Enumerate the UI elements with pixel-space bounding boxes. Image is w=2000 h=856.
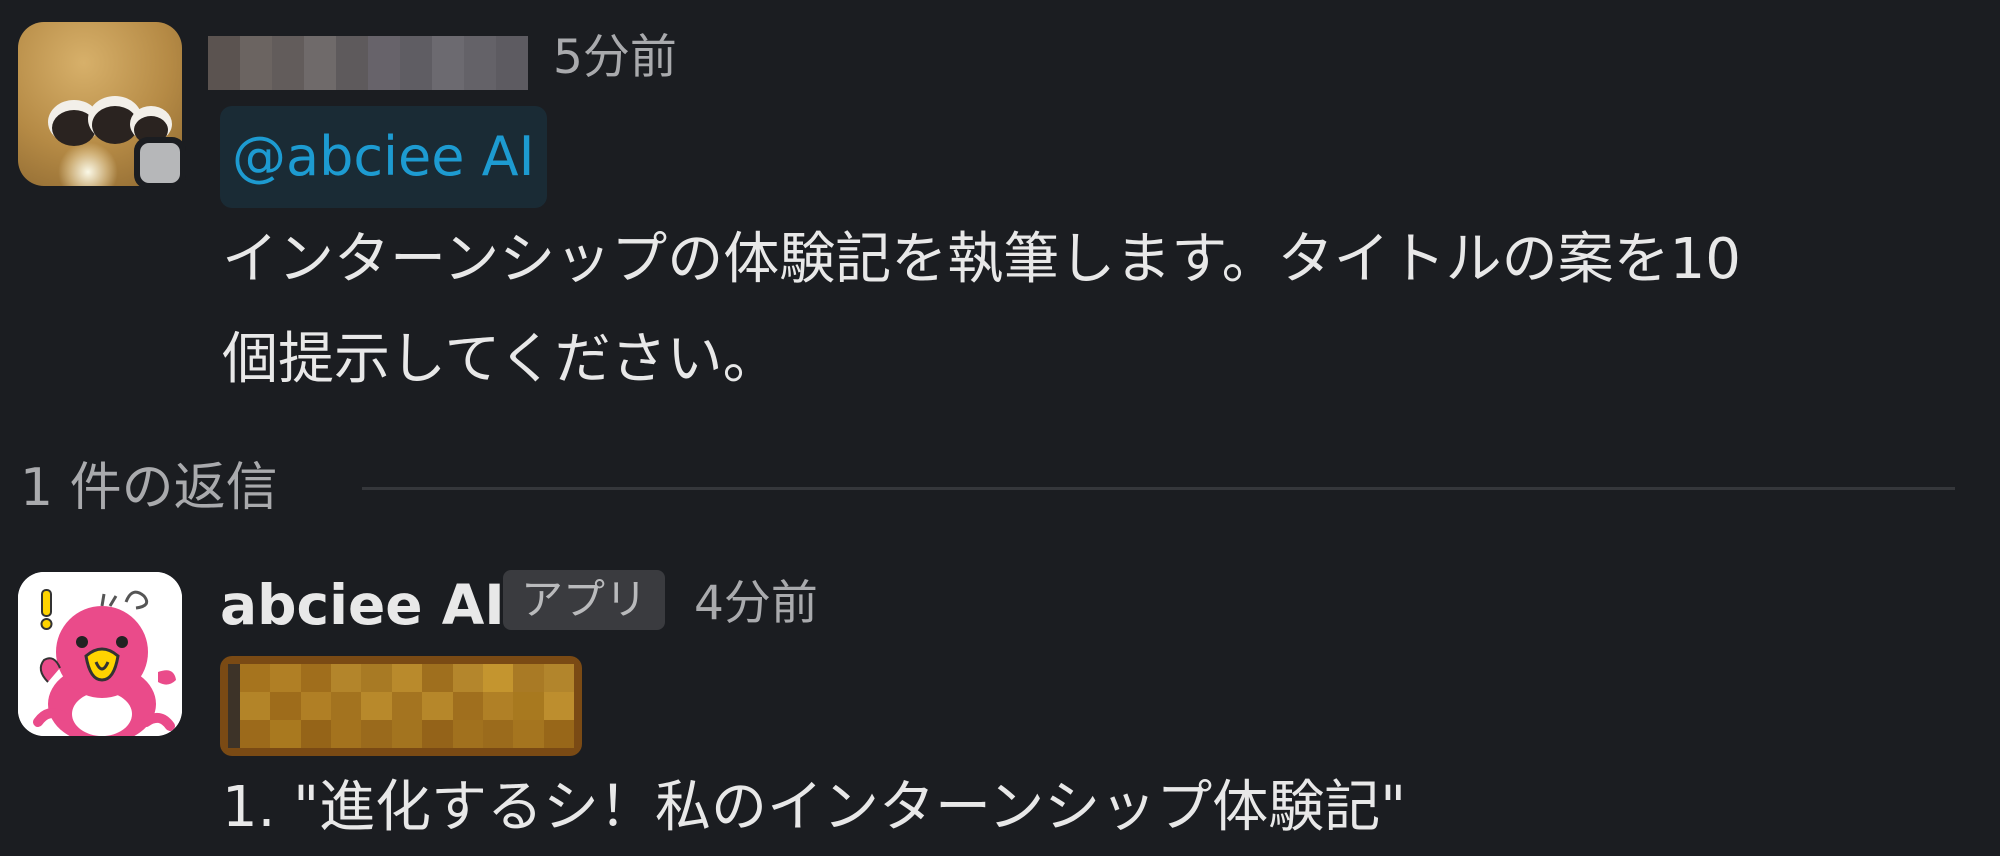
redacted-content xyxy=(220,656,582,756)
app-badge: アプリ xyxy=(503,570,665,630)
reply-author[interactable]: abciee AI xyxy=(220,572,505,638)
redaction-mosaic xyxy=(228,664,574,748)
message-text-line: 個提示してください。 xyxy=(222,327,779,392)
message-timestamp[interactable]: 5分前 xyxy=(553,34,677,81)
reply-text-line: 1. "進化するシ！私のインターンシップ体験記" xyxy=(222,775,1406,840)
avatar-figure xyxy=(52,110,96,146)
bot-avatar[interactable] xyxy=(18,572,182,736)
reply-timestamp[interactable]: 4分前 xyxy=(694,580,818,627)
presence-indicator xyxy=(134,137,186,189)
divider xyxy=(362,487,1955,490)
mascot-icon xyxy=(18,572,182,736)
user-mention[interactable]: @abciee AI xyxy=(220,106,547,208)
avatar-figure xyxy=(92,106,138,144)
message-text-line: インターンシップの体験記を執筆します。タイトルの案を10 xyxy=(222,227,1741,292)
avatar-light xyxy=(58,142,118,186)
message-thread: 5分前 @abciee AI インターンシップの体験記を執筆します。タイトルの案… xyxy=(0,0,2000,856)
replies-header[interactable]: 1 件の返信 xyxy=(20,455,1955,521)
sender-name-redacted[interactable] xyxy=(208,36,528,90)
reply-count-label[interactable]: 1 件の返信 xyxy=(20,455,278,521)
